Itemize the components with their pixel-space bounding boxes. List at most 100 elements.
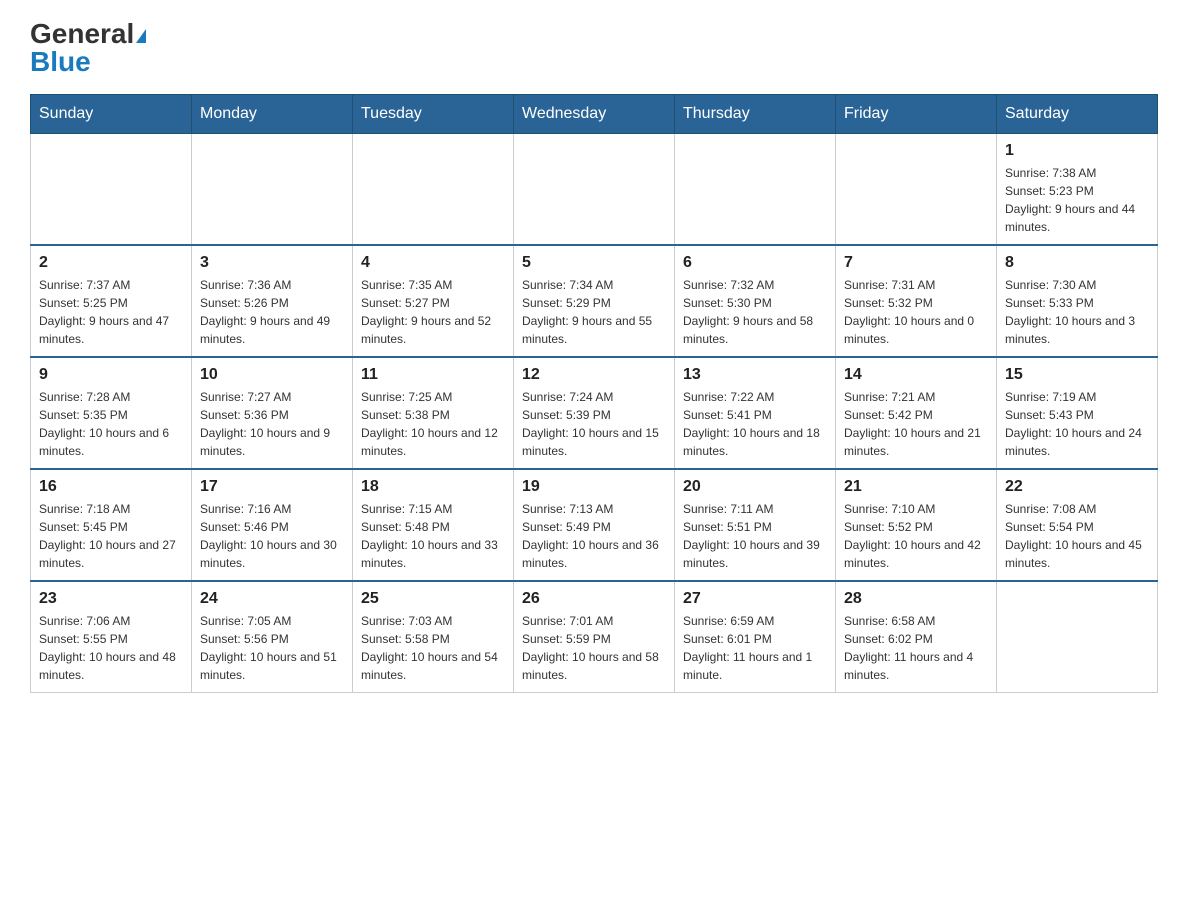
day-info: Sunrise: 7:28 AMSunset: 5:35 PMDaylight:… <box>39 388 183 460</box>
day-info: Sunrise: 7:38 AMSunset: 5:23 PMDaylight:… <box>1005 164 1149 236</box>
day-info: Sunrise: 7:18 AMSunset: 5:45 PMDaylight:… <box>39 500 183 572</box>
day-number: 14 <box>844 366 988 384</box>
day-info: Sunrise: 7:13 AMSunset: 5:49 PMDaylight:… <box>522 500 666 572</box>
day-number: 27 <box>683 590 827 608</box>
day-number: 22 <box>1005 478 1149 496</box>
calendar-cell: 18 Sunrise: 7:15 AMSunset: 5:48 PMDayligh… <box>353 469 514 581</box>
day-info: Sunrise: 7:31 AMSunset: 5:32 PMDaylight:… <box>844 276 988 348</box>
calendar-cell: 2 Sunrise: 7:37 AMSunset: 5:25 PMDaylight… <box>31 245 192 357</box>
calendar-week-row: 2 Sunrise: 7:37 AMSunset: 5:25 PMDaylight… <box>31 245 1158 357</box>
day-number: 16 <box>39 478 183 496</box>
calendar-cell <box>514 134 675 246</box>
day-info: Sunrise: 6:59 AMSunset: 6:01 PMDaylight:… <box>683 612 827 684</box>
day-info: Sunrise: 7:32 AMSunset: 5:30 PMDaylight:… <box>683 276 827 348</box>
calendar-cell: 16 Sunrise: 7:18 AMSunset: 5:45 PMDayligh… <box>31 469 192 581</box>
calendar-week-row: 1 Sunrise: 7:38 AMSunset: 5:23 PMDaylight… <box>31 134 1158 246</box>
day-info: Sunrise: 7:27 AMSunset: 5:36 PMDaylight:… <box>200 388 344 460</box>
calendar-cell: 11Sunrise: 7:25 AMSunset: 5:38 PMDayligh… <box>353 357 514 469</box>
page-header: GeneralBlue <box>30 20 1158 76</box>
calendar-cell <box>31 134 192 246</box>
calendar-cell: 26 Sunrise: 7:01 AMSunset: 5:59 PMDayligh… <box>514 581 675 693</box>
day-header-sunday: Sunday <box>31 95 192 134</box>
calendar-cell: 22 Sunrise: 7:08 AMSunset: 5:54 PMDayligh… <box>997 469 1158 581</box>
calendar-cell: 13Sunrise: 7:22 AMSunset: 5:41 PMDayligh… <box>675 357 836 469</box>
day-number: 9 <box>39 366 183 384</box>
calendar-cell: 5Sunrise: 7:34 AMSunset: 5:29 PMDaylight… <box>514 245 675 357</box>
calendar-cell <box>675 134 836 246</box>
day-number: 12 <box>522 366 666 384</box>
day-number: 21 <box>844 478 988 496</box>
day-number: 1 <box>1005 142 1149 160</box>
day-info: Sunrise: 7:06 AMSunset: 5:55 PMDaylight:… <box>39 612 183 684</box>
day-headers-row: SundayMondayTuesdayWednesdayThursdayFrid… <box>31 95 1158 134</box>
calendar-cell <box>997 581 1158 693</box>
day-info: Sunrise: 7:08 AMSunset: 5:54 PMDaylight:… <box>1005 500 1149 572</box>
calendar-cell: 9 Sunrise: 7:28 AMSunset: 5:35 PMDaylight… <box>31 357 192 469</box>
calendar-cell: 6 Sunrise: 7:32 AMSunset: 5:30 PMDaylight… <box>675 245 836 357</box>
day-header-thursday: Thursday <box>675 95 836 134</box>
day-info: Sunrise: 7:35 AMSunset: 5:27 PMDaylight:… <box>361 276 505 348</box>
calendar-cell: 14 Sunrise: 7:21 AMSunset: 5:42 PMDayligh… <box>836 357 997 469</box>
calendar-cell: 23 Sunrise: 7:06 AMSunset: 5:55 PMDayligh… <box>31 581 192 693</box>
calendar-week-row: 23 Sunrise: 7:06 AMSunset: 5:55 PMDayligh… <box>31 581 1158 693</box>
day-number: 8 <box>1005 254 1149 272</box>
day-header-friday: Friday <box>836 95 997 134</box>
calendar-cell: 10 Sunrise: 7:27 AMSunset: 5:36 PMDayligh… <box>192 357 353 469</box>
day-info: Sunrise: 7:37 AMSunset: 5:25 PMDaylight:… <box>39 276 183 348</box>
day-number: 28 <box>844 590 988 608</box>
calendar-cell: 3Sunrise: 7:36 AMSunset: 5:26 PMDaylight… <box>192 245 353 357</box>
day-header-tuesday: Tuesday <box>353 95 514 134</box>
day-number: 23 <box>39 590 183 608</box>
day-info: Sunrise: 7:30 AMSunset: 5:33 PMDaylight:… <box>1005 276 1149 348</box>
day-info: Sunrise: 7:15 AMSunset: 5:48 PMDaylight:… <box>361 500 505 572</box>
day-number: 17 <box>200 478 344 496</box>
day-number: 6 <box>683 254 827 272</box>
day-number: 4 <box>361 254 505 272</box>
day-info: Sunrise: 7:01 AMSunset: 5:59 PMDaylight:… <box>522 612 666 684</box>
logo-triangle-icon <box>136 29 146 43</box>
day-number: 2 <box>39 254 183 272</box>
calendar-cell: 1 Sunrise: 7:38 AMSunset: 5:23 PMDaylight… <box>997 134 1158 246</box>
day-info: Sunrise: 7:03 AMSunset: 5:58 PMDaylight:… <box>361 612 505 684</box>
day-number: 20 <box>683 478 827 496</box>
day-info: Sunrise: 7:11 AMSunset: 5:51 PMDaylight:… <box>683 500 827 572</box>
calendar-cell: 28 Sunrise: 6:58 AMSunset: 6:02 PMDayligh… <box>836 581 997 693</box>
day-info: Sunrise: 7:34 AMSunset: 5:29 PMDaylight:… <box>522 276 666 348</box>
calendar-cell <box>836 134 997 246</box>
day-info: Sunrise: 7:05 AMSunset: 5:56 PMDaylight:… <box>200 612 344 684</box>
calendar-cell: 21 Sunrise: 7:10 AMSunset: 5:52 PMDayligh… <box>836 469 997 581</box>
calendar-cell <box>353 134 514 246</box>
day-number: 15 <box>1005 366 1149 384</box>
calendar-cell: 25Sunrise: 7:03 AMSunset: 5:58 PMDayligh… <box>353 581 514 693</box>
day-header-saturday: Saturday <box>997 95 1158 134</box>
day-number: 26 <box>522 590 666 608</box>
day-header-monday: Monday <box>192 95 353 134</box>
day-number: 7 <box>844 254 988 272</box>
calendar-cell: 19 Sunrise: 7:13 AMSunset: 5:49 PMDayligh… <box>514 469 675 581</box>
calendar-week-row: 9 Sunrise: 7:28 AMSunset: 5:35 PMDaylight… <box>31 357 1158 469</box>
calendar-body: 1 Sunrise: 7:38 AMSunset: 5:23 PMDaylight… <box>31 134 1158 693</box>
day-number: 18 <box>361 478 505 496</box>
calendar-table: SundayMondayTuesdayWednesdayThursdayFrid… <box>30 94 1158 693</box>
day-number: 24 <box>200 590 344 608</box>
day-info: Sunrise: 7:22 AMSunset: 5:41 PMDaylight:… <box>683 388 827 460</box>
day-number: 3 <box>200 254 344 272</box>
calendar-cell: 4 Sunrise: 7:35 AMSunset: 5:27 PMDaylight… <box>353 245 514 357</box>
logo: GeneralBlue <box>30 20 146 76</box>
calendar-cell: 17Sunrise: 7:16 AMSunset: 5:46 PMDayligh… <box>192 469 353 581</box>
calendar-week-row: 16 Sunrise: 7:18 AMSunset: 5:45 PMDayligh… <box>31 469 1158 581</box>
day-info: Sunrise: 7:21 AMSunset: 5:42 PMDaylight:… <box>844 388 988 460</box>
day-number: 19 <box>522 478 666 496</box>
day-info: Sunrise: 7:10 AMSunset: 5:52 PMDaylight:… <box>844 500 988 572</box>
calendar-cell: 8 Sunrise: 7:30 AMSunset: 5:33 PMDaylight… <box>997 245 1158 357</box>
calendar-cell: 27 Sunrise: 6:59 AMSunset: 6:01 PMDayligh… <box>675 581 836 693</box>
day-info: Sunrise: 7:24 AMSunset: 5:39 PMDaylight:… <box>522 388 666 460</box>
calendar-cell: 24 Sunrise: 7:05 AMSunset: 5:56 PMDayligh… <box>192 581 353 693</box>
calendar-header: SundayMondayTuesdayWednesdayThursdayFrid… <box>31 95 1158 134</box>
calendar-cell <box>192 134 353 246</box>
day-info: Sunrise: 7:19 AMSunset: 5:43 PMDaylight:… <box>1005 388 1149 460</box>
day-number: 10 <box>200 366 344 384</box>
calendar-cell: 15 Sunrise: 7:19 AMSunset: 5:43 PMDayligh… <box>997 357 1158 469</box>
calendar-cell: 20 Sunrise: 7:11 AMSunset: 5:51 PMDayligh… <box>675 469 836 581</box>
day-info: Sunrise: 6:58 AMSunset: 6:02 PMDaylight:… <box>844 612 988 684</box>
